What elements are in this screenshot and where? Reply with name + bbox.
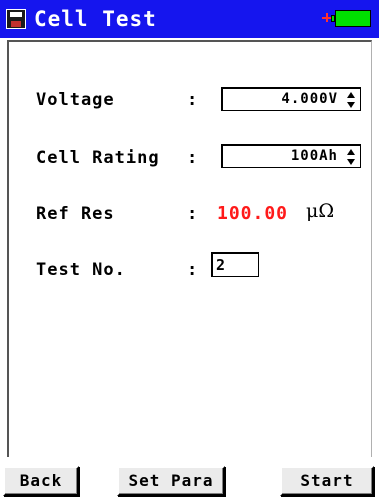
start-button[interactable]: Start — [280, 466, 374, 496]
test-no-value: 2 — [216, 256, 226, 274]
cell-test-screen: Cell Test Voltage : 4.000V Cell Rating :… — [0, 0, 379, 499]
spin-down-icon[interactable] — [347, 102, 355, 108]
voltage-label: Voltage — [36, 90, 115, 110]
voltage-spinbox[interactable]: 4.000V — [221, 87, 361, 111]
cell-rating-label: Cell Rating — [36, 148, 160, 168]
spin-up-icon[interactable] — [347, 92, 355, 98]
set-para-button[interactable]: Set Para — [117, 466, 225, 496]
window-title: Cell Test — [34, 7, 157, 31]
charging-plug-icon — [322, 13, 331, 22]
cell-rating-colon: : — [187, 148, 198, 168]
spin-down-icon[interactable] — [347, 159, 355, 165]
ref-res-label: Ref Res — [36, 204, 115, 224]
settings-panel: Voltage : 4.000V Cell Rating : 100Ah Ref… — [7, 40, 372, 457]
test-no-colon: : — [187, 260, 198, 280]
ref-res-value: 100.00 — [217, 203, 289, 224]
ref-res-colon: : — [187, 204, 198, 224]
spin-up-icon[interactable] — [347, 149, 355, 155]
test-no-input[interactable]: 2 — [211, 252, 259, 277]
cell-rating-spinbox[interactable]: 100Ah — [221, 144, 361, 168]
ref-res-unit: μΩ — [306, 200, 335, 222]
back-button[interactable]: Back — [3, 466, 79, 496]
test-no-label: Test No. — [36, 260, 126, 280]
save-icon — [6, 9, 26, 29]
cell-rating-value: 100Ah — [290, 148, 338, 164]
battery-icon — [335, 10, 371, 27]
voltage-value: 4.000V — [281, 91, 338, 107]
voltage-colon: : — [187, 90, 198, 110]
title-bar: Cell Test — [0, 0, 379, 38]
